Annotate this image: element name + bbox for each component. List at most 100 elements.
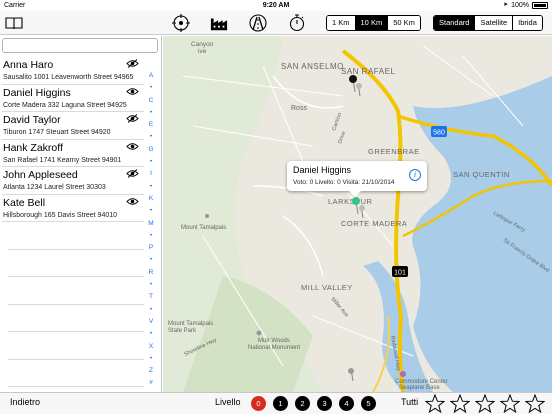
contact-address: San Rafael 1741 Kearny Street 94901 xyxy=(3,156,122,164)
level-button[interactable]: 0 xyxy=(251,396,266,411)
battery-percent: 100% xyxy=(511,2,529,9)
level-button[interactable]: 1 xyxy=(273,396,288,411)
index-letter[interactable]: • xyxy=(144,131,158,143)
book-icon[interactable] xyxy=(5,14,23,32)
contact-row[interactable]: John Appleseed Atlanta 1234 Laurel Stree… xyxy=(2,167,144,195)
callout-subtitle: Voto: 0 Livello: 0 Visita: 21/10/2014 xyxy=(293,179,395,186)
eye-icon[interactable] xyxy=(126,87,139,96)
contacts-sidebar: Anna Haro Sausalito 1001 Leavenworth Str… xyxy=(0,36,162,392)
svg-text:Ross: Ross xyxy=(291,105,307,112)
road-icon[interactable] xyxy=(249,14,267,32)
clock: 9:20 AM xyxy=(262,2,290,9)
contact-row[interactable]: Daniel Higgins Corte Madera 332 Laguna S… xyxy=(2,85,144,112)
map-type-standard-option[interactable]: Standard xyxy=(434,16,476,30)
index-letter[interactable]: X xyxy=(144,341,158,353)
map-type-segmented-control: Standard Satellite Ibrida xyxy=(433,15,543,31)
level-label: Livello xyxy=(215,397,241,407)
contact-address: Corte Madera 332 Laguna Street 94925 xyxy=(3,101,127,109)
arrow-icon: ➤ xyxy=(503,2,509,8)
index-letter[interactable]: • xyxy=(144,107,158,119)
index-letter[interactable]: G xyxy=(144,144,158,156)
empty-row xyxy=(8,250,144,277)
status-bar: Carrier 9:20 AM ➤ 100% xyxy=(0,0,552,11)
section-index[interactable]: A • C • E • G • I • K • M • P • R • T • … xyxy=(144,70,158,390)
battery-icon xyxy=(532,2,548,9)
svg-text:580: 580 xyxy=(433,130,445,137)
distance-1km-option[interactable]: 1 Km xyxy=(327,16,356,30)
contact-row[interactable]: Hank Zakroff San Rafael 1741 Kearny Stre… xyxy=(2,140,144,167)
stopwatch-icon[interactable] xyxy=(288,14,306,32)
index-letter[interactable]: • xyxy=(144,230,158,242)
index-letter[interactable]: E xyxy=(144,119,158,131)
index-letter[interactable]: R xyxy=(144,267,158,279)
factory-icon[interactable] xyxy=(210,14,228,32)
empty-row xyxy=(8,305,144,332)
distance-10km-option[interactable]: 10 Km xyxy=(355,16,389,30)
index-letter[interactable]: • xyxy=(144,279,158,291)
index-letter[interactable]: • xyxy=(144,205,158,217)
map-type-hybrid-option[interactable]: Ibrida xyxy=(513,16,542,30)
empty-row xyxy=(8,332,144,360)
svg-text:SAN ANSELMO: SAN ANSELMO xyxy=(281,62,344,71)
level-button[interactable]: 4 xyxy=(339,396,354,411)
index-letter[interactable]: • xyxy=(144,353,158,365)
index-letter[interactable]: P xyxy=(144,242,158,254)
contact-name: Daniel Higgins xyxy=(3,86,71,99)
contact-row[interactable]: Anna Haro Sausalito 1001 Leavenworth Str… xyxy=(2,57,144,85)
index-letter[interactable]: • xyxy=(144,181,158,193)
eye-slash-icon[interactable] xyxy=(126,59,139,68)
star-icon[interactable] xyxy=(475,394,495,413)
contact-address: Atlanta 1234 Laurel Street 30303 xyxy=(3,184,106,191)
svg-text:Canyon: Canyon xyxy=(191,41,214,48)
map-canvas[interactable]: 101 580 Canyon ive SAN ANSELMO SAN RAFAE… xyxy=(163,36,552,392)
contact-row[interactable]: Kate Bell Hillsborough 165 Davis Street … xyxy=(2,195,144,222)
contact-address: Tiburon 1747 Steuart Street 94920 xyxy=(3,129,111,136)
info-icon[interactable]: i xyxy=(409,169,421,181)
empty-row xyxy=(8,222,144,250)
back-button[interactable]: Indietro xyxy=(10,397,40,407)
index-letter[interactable]: • xyxy=(144,254,158,266)
index-letter[interactable]: C xyxy=(144,95,158,107)
contact-name: Anna Haro xyxy=(3,59,54,71)
index-letter[interactable]: • xyxy=(144,156,158,168)
contact-row[interactable]: David Taylor Tiburon 1747 Steuart Street… xyxy=(2,112,144,140)
contact-name: John Appleseed xyxy=(3,169,78,181)
all-label: Tutti xyxy=(401,397,419,407)
index-letter[interactable]: • xyxy=(144,328,158,340)
index-letter[interactable]: I xyxy=(144,168,158,180)
index-letter[interactable]: A xyxy=(144,70,158,82)
index-letter[interactable]: Z xyxy=(144,365,158,377)
map-type-satellite-option[interactable]: Satellite xyxy=(475,16,514,30)
index-letter[interactable]: M xyxy=(144,218,158,230)
eye-icon[interactable] xyxy=(126,142,139,151)
contact-name: David Taylor xyxy=(3,114,61,126)
map-callout[interactable]: Daniel Higgins Voto: 0 Livello: 0 Visita… xyxy=(287,161,427,197)
level-button[interactable]: 3 xyxy=(317,396,332,411)
svg-text:ive: ive xyxy=(198,48,207,55)
level-button[interactable]: 5 xyxy=(361,396,376,411)
index-letter[interactable]: V xyxy=(144,316,158,328)
svg-text:SAN RAFAEL: SAN RAFAEL xyxy=(341,67,395,76)
star-icon[interactable] xyxy=(525,394,545,413)
svg-text:State Park: State Park xyxy=(168,328,197,334)
distance-50km-option[interactable]: 50 Km xyxy=(388,16,420,30)
star-icon[interactable] xyxy=(425,394,445,413)
eye-slash-icon[interactable] xyxy=(126,114,139,123)
eye-icon[interactable] xyxy=(126,197,139,206)
index-letter[interactable]: T xyxy=(144,291,158,303)
map-view[interactable]: 101 580 Canyon ive SAN ANSELMO SAN RAFAE… xyxy=(163,36,552,392)
index-letter[interactable]: • xyxy=(144,304,158,316)
star-icon[interactable] xyxy=(500,394,520,413)
index-letter[interactable]: K xyxy=(144,193,158,205)
crosshair-icon[interactable] xyxy=(172,14,190,32)
index-letter[interactable]: • xyxy=(144,82,158,94)
star-icon[interactable] xyxy=(450,394,470,413)
svg-text:SAN QUENTIN: SAN QUENTIN xyxy=(453,170,510,179)
eye-slash-icon[interactable] xyxy=(126,169,139,178)
index-letter[interactable]: # xyxy=(144,377,158,389)
svg-text:LARKSPUR: LARKSPUR xyxy=(328,197,373,206)
empty-row xyxy=(8,277,144,305)
level-selector: 0 1 2 3 4 5 xyxy=(251,396,376,411)
search-input[interactable] xyxy=(2,38,158,53)
level-button[interactable]: 2 xyxy=(295,396,310,411)
